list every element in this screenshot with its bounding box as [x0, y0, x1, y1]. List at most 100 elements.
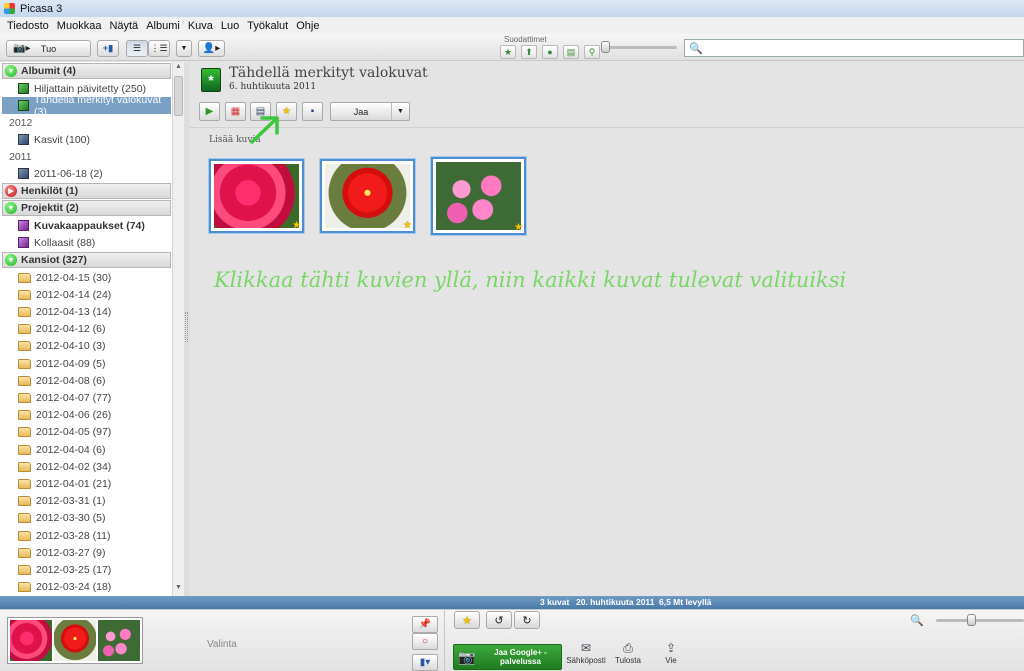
menu-view[interactable]: Näytä [105, 20, 142, 32]
menu-tools[interactable]: Työkalut [243, 20, 292, 32]
sidebar-item-folder[interactable]: 2012-04-12 (6) [2, 321, 171, 338]
folder-icon [18, 530, 31, 541]
sidebar-item-folder[interactable]: 2012-03-25 (17) [2, 561, 171, 578]
people-section-header[interactable]: ▶ Henkilöt (1) [2, 183, 171, 199]
email-button[interactable]: ✉ Sähköposti [564, 641, 608, 665]
tray-thumbnail[interactable] [98, 620, 140, 661]
sidebar-item-folder[interactable]: 2012-04-13 (14) [2, 303, 171, 320]
zoom-slider-track[interactable] [936, 619, 1024, 622]
tray-thumbnail[interactable] [54, 620, 96, 661]
print-label: Tulosta [615, 656, 641, 665]
splitter-grip[interactable] [185, 312, 188, 342]
expand-toggle-icon[interactable]: ▼ [5, 202, 17, 214]
share-google-plus-button[interactable]: 📷 Jaa Google+ -palvelussa [453, 644, 562, 670]
sidebar-item-folder[interactable]: 2012-04-15 (30) [2, 269, 171, 286]
tree-view-button[interactable]: ⋮☰ [148, 40, 170, 57]
albums-section-header[interactable]: ▼ Albumit (4) [2, 63, 171, 79]
sidebar-item-folder[interactable]: 2012-03-31 (1) [2, 493, 171, 510]
sidebar-item-folder[interactable]: 2012-04-04 (6) [2, 441, 171, 458]
sidebar-item-label: 2012-04-15 (30) [36, 271, 112, 284]
rotate-left-button[interactable]: ↺ [486, 611, 512, 629]
sidebar-item-kasvit[interactable]: Kasvit (100) [2, 131, 171, 148]
person-filter-icon[interactable]: ● [542, 45, 558, 59]
sidebar-item-folder[interactable]: 2012-04-02 (34) [2, 458, 171, 475]
sidebar-item-folder[interactable]: 2012-03-24 (18) [2, 579, 171, 596]
scroll-down-icon[interactable]: ▼ [175, 584, 182, 591]
list-view-icon: ☰ [132, 43, 142, 53]
slideshow-button[interactable]: ▶ [199, 102, 220, 121]
expand-toggle-icon[interactable]: ▼ [5, 65, 17, 77]
sidebar-item-folder[interactable]: 2012-03-27 (9) [2, 544, 171, 561]
sidebar-item-label: Kollaasit (88) [34, 236, 96, 249]
filter-slider-knob[interactable] [601, 41, 610, 53]
geotag-filter-icon[interactable]: ⚲ [584, 45, 600, 59]
sidebar-item-folder[interactable]: 2012-04-09 (5) [2, 355, 171, 372]
collapse-toggle-icon[interactable]: ▶ [5, 185, 17, 197]
search-input[interactable] [703, 41, 1018, 55]
sidebar-item-folder[interactable]: 2012-04-05 (97) [2, 424, 171, 441]
view-options-dropdown[interactable]: ▼ [176, 40, 192, 57]
expand-toggle-icon[interactable]: ▼ [5, 254, 17, 266]
sidebar-item-collages[interactable]: Kollaasit (88) [2, 234, 171, 251]
scroll-up-icon[interactable]: ▲ [175, 63, 182, 70]
menu-create[interactable]: Luo [217, 20, 243, 32]
sidebar-item-folder[interactable]: 2012-03-30 (5) [2, 510, 171, 527]
printer-icon: ⎙ [623, 641, 633, 655]
sidebar-item-folder[interactable]: 2012-04-08 (6) [2, 372, 171, 389]
clear-selection-button[interactable]: ○ [412, 633, 438, 650]
share-button[interactable]: Jaa ▼ [330, 102, 410, 121]
print-button[interactable]: ⎙ Tulosta [606, 641, 650, 665]
selection-tray-thumbnails[interactable] [7, 617, 143, 664]
zoom-slider-knob[interactable] [967, 614, 976, 626]
folders-section-header[interactable]: ▼ Kansiot (327) [2, 252, 171, 268]
person-icon: 👤▸ [202, 43, 221, 54]
sidebar-item-folder[interactable]: 2012-03-28 (11) [2, 527, 171, 544]
sidebar-item-screenshots[interactable]: Kuvakaappaukset (74) [2, 217, 171, 234]
sidebar-item-label: 2012-04-12 (6) [36, 323, 106, 336]
save-button[interactable]: ▪ [302, 102, 323, 121]
add-to-album-button[interactable]: ▮▾ [412, 654, 438, 671]
new-album-button[interactable]: +▮ [97, 40, 119, 57]
photo-thumbnail[interactable]: ★ [320, 159, 415, 233]
sidebar-item-folder[interactable]: 2012-04-10 (3) [2, 338, 171, 355]
sidebar-scrollbar[interactable]: ▲ ▼ [172, 62, 184, 596]
menu-album[interactable]: Albumi [142, 20, 184, 32]
filter-slider-track[interactable] [605, 46, 677, 49]
rotate-right-icon: ↻ [522, 614, 532, 627]
folders-header-label: Kansiot (327) [21, 254, 87, 266]
album-title: Tähdellä merkityt valokuvat [229, 65, 428, 81]
projects-section-header[interactable]: ▼ Projektit (2) [2, 200, 171, 216]
export-button[interactable]: ⇪ Vie [649, 641, 693, 665]
sidebar-item-folder[interactable]: 2012-04-06 (26) [2, 407, 171, 424]
collage-button[interactable]: ▦ [225, 102, 246, 121]
photo-thumbnail[interactable]: ★ [431, 157, 526, 235]
folder-icon [18, 324, 31, 335]
photo-thumbnail[interactable]: ★ [209, 159, 304, 233]
red-flower-photo [214, 164, 299, 228]
hold-selection-button[interactable]: 📌 [412, 616, 438, 633]
star-button[interactable]: ★ [454, 611, 480, 629]
folder-icon [18, 461, 31, 472]
sidebar-item-starred[interactable]: Tähdellä merkityt valokuvat (3) [2, 94, 171, 118]
people-button[interactable]: 👤▸ [198, 40, 225, 57]
menu-file[interactable]: Tiedosto [3, 20, 53, 32]
tray-thumbnail[interactable] [10, 620, 52, 661]
pin-icon: 📌 [418, 619, 432, 630]
sidebar-item-folder[interactable]: 2012-04-14 (24) [2, 286, 171, 303]
list-view-button[interactable]: ☰ [126, 40, 148, 57]
clear-circle-icon: ○ [421, 636, 429, 647]
menu-edit[interactable]: Muokkaa [53, 20, 106, 32]
scrollbar-thumb[interactable] [174, 76, 183, 116]
folder-icon [18, 478, 31, 489]
rotate-right-button[interactable]: ↻ [514, 611, 540, 629]
sidebar-item-folder[interactable]: 2012-04-01 (21) [2, 475, 171, 492]
menu-picture[interactable]: Kuva [184, 20, 217, 32]
star-filter-icon[interactable]: ★ [500, 45, 516, 59]
import-button[interactable]: 📷▸ Tuo [6, 40, 91, 57]
chevron-down-icon[interactable]: ▼ [391, 103, 409, 120]
sidebar-item-folder[interactable]: 2012-04-07 (77) [2, 389, 171, 406]
menu-help[interactable]: Ohje [292, 20, 323, 32]
sidebar-item-2011-06-18[interactable]: 2011-06-18 (2) [2, 165, 171, 182]
movie-filter-icon[interactable]: ▤ [563, 45, 579, 59]
upload-filter-icon[interactable]: ⬆ [521, 45, 537, 59]
